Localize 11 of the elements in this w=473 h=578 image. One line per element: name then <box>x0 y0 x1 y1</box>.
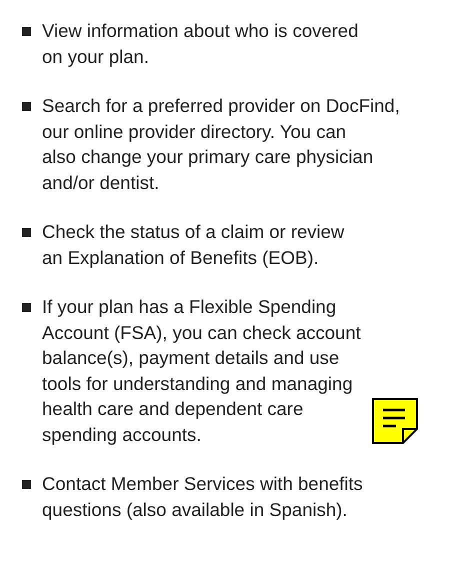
bullet-text: If your plan has a Flexible Spending Account (FSA), you can check account balance(s), payment details and use tools for understanding and managing health care and dependent care spending accounts. <box>42 295 361 447</box>
bullet-text: Contact Member Services with benefits questions (also available in Spanish). <box>42 472 363 522</box>
bullet-text: View information about who is covered on your plan. <box>42 19 358 69</box>
bullet-icon <box>22 303 31 312</box>
bullet-icon <box>22 27 31 36</box>
bullet-icon <box>22 102 31 111</box>
sticky-note-icon[interactable] <box>372 398 418 444</box>
bullet-icon <box>22 480 31 489</box>
bullet-text: Search for a preferred provider on DocFind, our online provider directory. You can also change your primary care physician and/or dentist. <box>42 94 400 194</box>
bullet-icon <box>22 228 31 237</box>
bullet-text: Check the status of a claim or review an Explanation of Benefits (EOB). <box>42 220 344 270</box>
